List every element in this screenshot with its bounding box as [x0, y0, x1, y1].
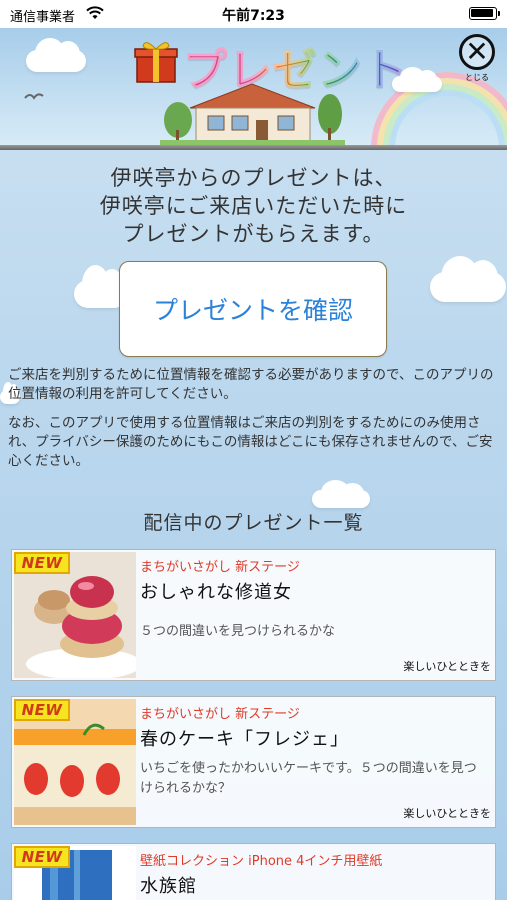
present-footer: 楽しいひとときを — [403, 660, 491, 673]
close-button[interactable]: ✕ とじる — [457, 34, 497, 84]
bird-icon — [24, 93, 44, 100]
gift-icon — [134, 42, 178, 83]
present-card[interactable]: NEW 壁紙コレクション iPhone 4インチ用壁紙 水族館 — [11, 843, 496, 900]
present-description: ５つの間違いを見つけられるかな — [140, 624, 336, 639]
privacy-notice: なお、このアプリで使用する位置情報はご来店の判別をするためにのみ使用され、プライ… — [8, 415, 493, 469]
clock: 午前7:23 — [222, 8, 285, 24]
intro-text: 伊咲亭からのプレゼントは、 伊咲亭にご来店いただいた時に プレゼントがもらえます… — [0, 164, 507, 248]
intro-line: 伊咲亭にご来店いただいた時に — [99, 194, 408, 218]
location-notice: ご来店を判別するために位置情報を確認する必要がありますので、このアプリの位置情報… — [8, 367, 494, 402]
present-thumbnail: NEW — [14, 699, 136, 825]
header-banner: プレゼント ✕ とじる — [0, 28, 507, 150]
present-title: 春のケーキ「フレジェ」 — [140, 729, 349, 750]
present-card[interactable]: NEW まちがいさがし 新ステージ 春のケーキ「フレジェ」 いちごを使ったかわい… — [11, 696, 496, 828]
present-title: おしゃれな修道女 — [140, 582, 292, 603]
confirm-present-button[interactable]: プレゼントを確認 — [119, 261, 387, 357]
present-description: いちごを使ったかわいいケーキです。５つの間違いを見つけられるかな？ — [140, 761, 477, 796]
intro-line: プレゼントがもらえます。 — [122, 222, 385, 246]
new-badge: NEW — [14, 846, 70, 868]
house-illustration — [160, 83, 345, 146]
present-thumbnail: NEW — [14, 552, 136, 678]
present-footer: 楽しいひとときを — [403, 807, 491, 820]
close-label: とじる — [465, 73, 489, 82]
cloud-decoration — [430, 255, 506, 302]
present-thumbnail: NEW — [14, 846, 136, 900]
present-category: 壁紙コレクション iPhone 4インチ用壁紙 — [140, 854, 383, 869]
intro-line: 伊咲亭からのプレゼントは、 — [110, 166, 397, 190]
present-category: まちがいさがし 新ステージ — [140, 707, 300, 722]
cloud-decoration — [26, 37, 86, 72]
present-title: 水族館 — [140, 876, 197, 897]
status-bar: 通信事業者 午前7:23 — [0, 0, 507, 28]
battery-icon — [469, 7, 500, 20]
new-badge: NEW — [14, 699, 70, 721]
present-category: まちがいさがし 新ステージ — [140, 560, 300, 575]
cloud-decoration — [312, 480, 370, 508]
close-icon: ✕ — [459, 34, 495, 70]
present-list-title: 配信中のプレゼント一覧 — [143, 512, 364, 534]
new-badge: NEW — [14, 552, 70, 574]
present-card[interactable]: NEW まちがいさがし 新ステージ おしゃれな修道女 ５つの間違いを見つけられる… — [11, 549, 496, 681]
